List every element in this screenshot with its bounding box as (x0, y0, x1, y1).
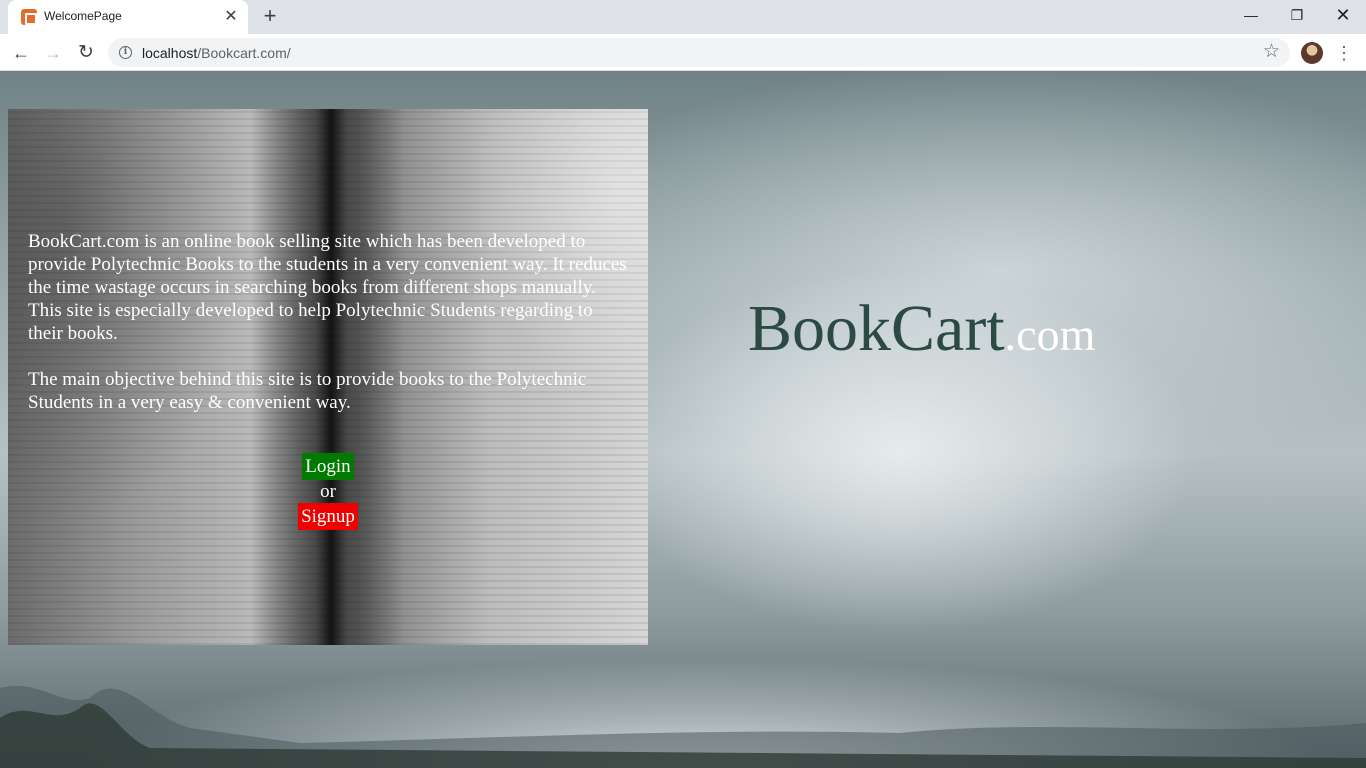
intro-paragraph: This site is especially developed to hel… (28, 300, 593, 344)
signup-button[interactable]: Signup (298, 503, 358, 530)
reload-icon[interactable]: ↻ (73, 40, 99, 66)
window-close-icon[interactable]: ✕ (1320, 0, 1366, 30)
browser-toolbar: ← → ↻ i localhost/Bookcart.com/ ☆ ⋮ (0, 34, 1366, 71)
star-icon[interactable]: ☆ (1263, 41, 1280, 63)
login-button[interactable]: Login (302, 453, 354, 480)
tab-strip: WelcomePage ✕ + — ❐ ✕ (0, 0, 1366, 34)
auth-actions: Login or Signup (8, 453, 648, 530)
restore-icon[interactable]: ❐ (1274, 0, 1320, 30)
background-hills (0, 685, 1366, 768)
tab-title: WelcomePage (44, 9, 122, 23)
url-text[interactable]: localhost/Bookcart.com/ (142, 45, 291, 61)
tab-welcomepage[interactable]: WelcomePage ✕ (8, 0, 248, 34)
url-path: /Bookcart.com/ (197, 45, 291, 61)
xampp-icon (21, 9, 37, 25)
or-separator: or (320, 481, 336, 502)
address-bar[interactable]: i localhost/Bookcart.com/ ☆ (108, 38, 1290, 67)
brand-tld: .com (1004, 309, 1096, 360)
close-icon[interactable]: ✕ (221, 7, 241, 27)
brand-name: BookCart (748, 292, 1005, 365)
intro-paragraph: The main objective behind this site is t… (28, 369, 587, 413)
book-image-panel: BookCart.com is an online book selling s… (8, 109, 648, 645)
kebab-menu-icon[interactable]: ⋮ (1334, 40, 1354, 66)
brand-logo-text: BookCart.com (748, 289, 1095, 369)
avatar[interactable] (1301, 42, 1323, 64)
minimize-icon[interactable]: — (1228, 0, 1274, 30)
url-host: localhost (142, 45, 198, 61)
intro-paragraph: BookCart.com is an online book selling s… (28, 231, 627, 298)
arrow-left-icon[interactable]: ← (8, 40, 34, 66)
page-viewport: BookCart.com is an online book selling s… (0, 71, 1366, 768)
arrow-right-icon[interactable]: → (40, 40, 66, 66)
plus-icon[interactable]: + (258, 5, 282, 29)
info-icon[interactable]: i (119, 46, 132, 59)
intro-text: BookCart.com is an online book selling s… (28, 230, 628, 414)
